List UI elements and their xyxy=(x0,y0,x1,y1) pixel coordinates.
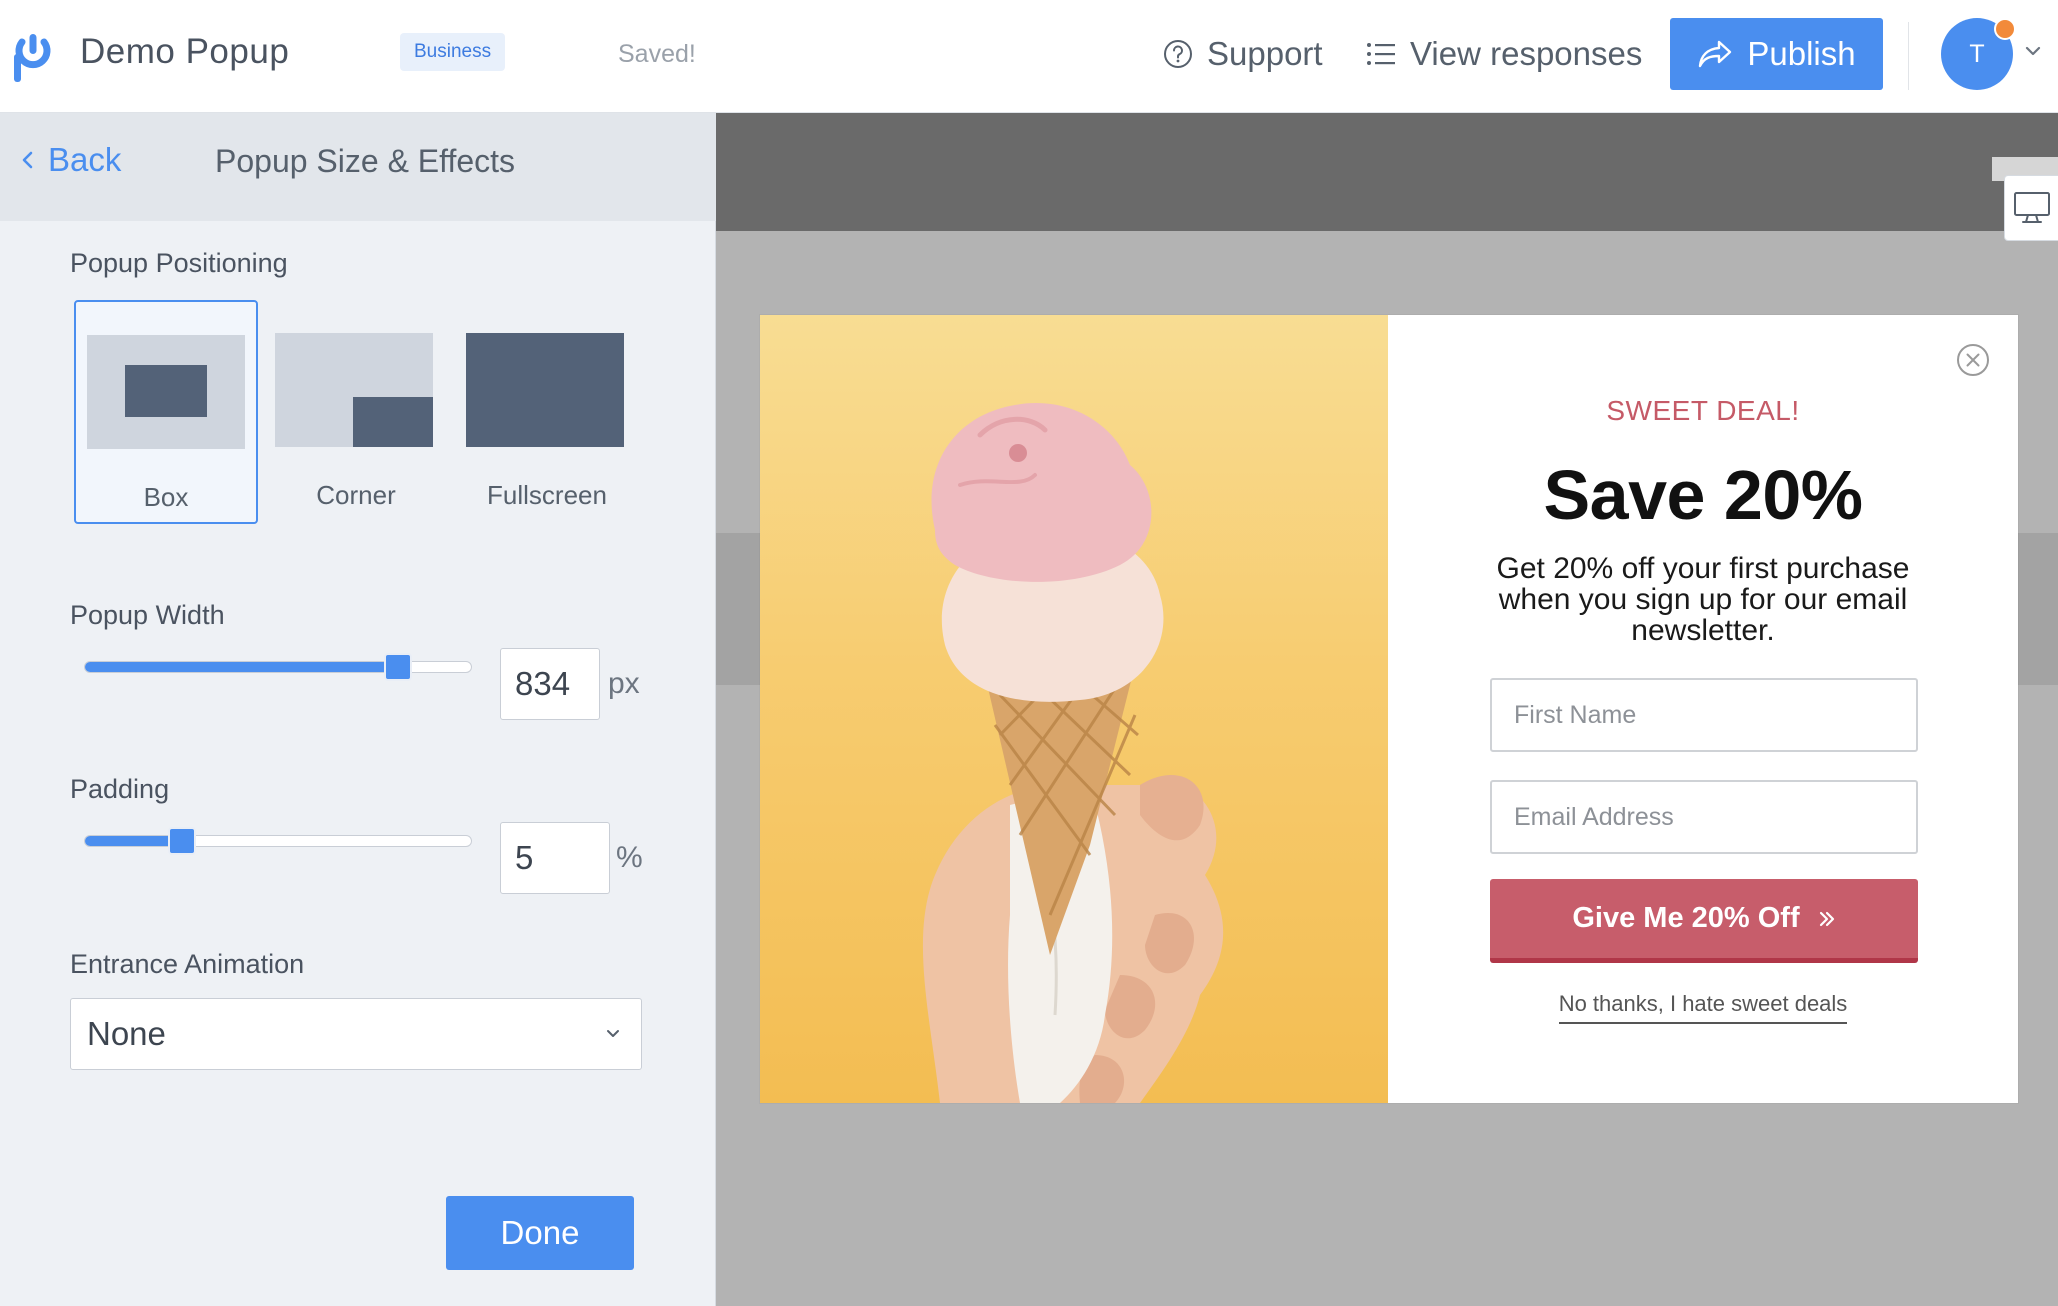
animation-select-value: None xyxy=(87,1015,166,1052)
ice-cream-image xyxy=(760,315,1388,1103)
positioning-label: Popup Positioning xyxy=(70,248,288,278)
popup-preview[interactable]: SWEET DEAL! Save 20% Get 20% off your fi… xyxy=(760,315,2018,1103)
box-thumbnail xyxy=(87,335,245,449)
support-label: Support xyxy=(1207,35,1323,72)
double-chevron-right-icon xyxy=(1819,911,1834,926)
view-responses-link[interactable]: View responses xyxy=(1366,34,1642,74)
width-label: Popup Width xyxy=(70,600,225,630)
desktop-monitor-icon xyxy=(2014,192,2050,223)
chevron-down-icon[interactable] xyxy=(2022,40,2044,62)
help-circle-icon xyxy=(1164,40,1192,68)
width-slider-handle[interactable] xyxy=(384,653,412,681)
app-logo-icon[interactable] xyxy=(14,30,52,82)
decline-label: No thanks, I hate sweet deals xyxy=(1558,991,1848,1024)
position-option-fullscreen[interactable]: Fullscreen xyxy=(455,300,639,524)
chevron-down-icon xyxy=(607,1030,619,1037)
popup-eyebrow: SWEET DEAL! xyxy=(1606,395,1800,426)
email-field[interactable]: Email Address xyxy=(1490,780,1918,854)
back-button[interactable]: Back xyxy=(20,141,121,179)
desktop-preview-button[interactable] xyxy=(2004,175,2058,241)
preview-site-header xyxy=(716,113,2058,231)
padding-unit: % xyxy=(616,841,643,874)
position-option-label: Fullscreen xyxy=(487,480,607,510)
position-option-corner[interactable]: Corner xyxy=(264,300,448,524)
header-divider xyxy=(1908,22,1909,90)
settings-panel: Back Popup Size & Effects Popup Position… xyxy=(0,113,716,1306)
plan-badge: Business xyxy=(400,33,506,71)
preview-canvas: SWEET DEAL! Save 20% Get 20% off your fi… xyxy=(716,113,2058,1306)
position-option-label: Corner xyxy=(316,480,396,510)
publish-label: Publish xyxy=(1747,35,1856,72)
chevron-left-icon xyxy=(22,151,33,169)
claim-discount-button[interactable]: Give Me 20% Off xyxy=(1490,879,1918,963)
publish-button[interactable]: Publish xyxy=(1670,18,1883,90)
decline-link[interactable]: No thanks, I hate sweet deals xyxy=(1388,991,2018,1024)
notification-dot xyxy=(1994,18,2016,40)
app-title[interactable]: Demo Popup xyxy=(80,32,289,72)
save-status: Saved! xyxy=(618,40,696,68)
popup-heading: Save 20% xyxy=(1543,456,1863,534)
width-slider[interactable] xyxy=(84,653,472,681)
padding-slider[interactable] xyxy=(84,827,472,855)
view-responses-label: View responses xyxy=(1410,35,1643,72)
width-input[interactable]: 834 xyxy=(500,648,600,720)
padding-input[interactable]: 5 xyxy=(500,822,610,894)
popup-body-text: Get 20% off your first purchase when you… xyxy=(1496,552,1910,647)
width-slider-fill xyxy=(85,662,398,672)
ice-cream-illustration xyxy=(922,403,1224,1103)
share-arrow-icon xyxy=(1699,40,1732,68)
padding-slider-handle[interactable] xyxy=(168,827,196,855)
back-label: Back xyxy=(48,141,122,178)
panel-title: Popup Size & Effects xyxy=(215,143,516,179)
first-name-field[interactable]: First Name xyxy=(1490,678,1918,752)
animation-select[interactable]: None xyxy=(70,998,642,1070)
list-icon xyxy=(1367,43,1395,65)
position-option-label: Box xyxy=(143,482,189,512)
cta-label: Give Me 20% Off xyxy=(1572,902,1800,934)
fullscreen-thumbnail xyxy=(466,333,624,447)
animation-label: Entrance Animation xyxy=(70,949,305,979)
done-button[interactable]: Done xyxy=(446,1196,634,1270)
support-link[interactable]: Support xyxy=(1163,34,1323,74)
corner-thumbnail xyxy=(275,333,433,447)
position-option-box[interactable]: Box xyxy=(74,300,258,524)
close-icon[interactable] xyxy=(1956,343,1990,377)
padding-label: Padding xyxy=(70,774,170,804)
top-bar: Demo Popup Business Saved! Support View … xyxy=(0,0,2058,113)
panel-header: Back Popup Size & Effects xyxy=(0,113,716,221)
width-unit: px xyxy=(608,667,640,700)
